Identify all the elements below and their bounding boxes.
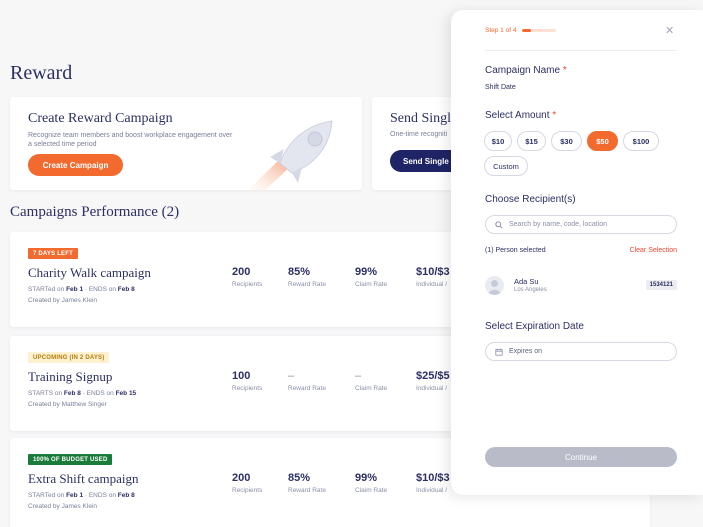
amount-option-selected[interactable]: $50 [587,131,618,151]
amount-option[interactable]: $10 [484,131,512,151]
avatar [485,276,504,295]
selected-person[interactable]: Ada Su Los Angeles 1534121 [485,275,677,297]
recipient-search-input[interactable]: Search by name, code, location [485,215,677,234]
step-progress-bar [522,29,557,32]
stat-recipients: 100 Recipients [232,370,263,392]
expiration-date-input[interactable]: Expires on [485,342,677,361]
campaign-creator: Created by James Klein [28,297,98,304]
stat-reward-rate: – Reward Rate [288,370,326,392]
amount-option[interactable]: $15 [517,131,546,151]
stat-claim-rate: 99% Claim Rate [355,266,388,288]
status-badge: 7 DAYS LEFT [28,248,78,259]
stat-recipients: 200 Recipients [232,472,263,494]
campaign-name-label: Campaign Name * [485,65,567,76]
stat-recipients: 200 Recipients [232,266,263,288]
person-name: Ada Su [514,277,539,286]
send-single-card: Send Single One-time recogniti Send Sing… [372,97,462,190]
create-campaign-button[interactable]: Create Campaign [28,154,123,176]
divider [485,50,677,51]
selection-summary: (1) Person selected Clear Selection [485,247,677,254]
stat-amount: $10/$3 Individual / [416,266,450,288]
close-icon[interactable]: ✕ [665,24,674,37]
search-icon [495,220,503,229]
campaign-name[interactable]: Charity Walk campaign [28,265,151,281]
expiration-label: Select Expiration Date [485,321,584,332]
stat-reward-rate: 85% Reward Rate [288,472,326,494]
person-code-badge: 1534121 [645,280,677,290]
stat-amount: $25/$5 Individual / [416,370,450,392]
campaign-dates: STARTed on Feb 1 · ENDS on Feb 8 [28,286,135,293]
card-title: Create Reward Campaign [28,111,173,126]
card-description: One-time recogniti [390,131,448,138]
stat-reward-rate: 85% Reward Rate [288,266,326,288]
step-indicator: Step 1 of 4 [485,27,557,34]
campaign-name[interactable]: Extra Shift campaign [28,471,138,487]
status-badge: 100% OF BUDGET USED [28,454,113,465]
card-title: Send Single [390,111,458,126]
campaign-dates: STARTed on Feb 1 · ENDS on Feb 8 [28,492,135,499]
rocket-illustration [248,120,333,190]
choose-recipients-label: Choose Recipient(s) [485,194,576,205]
amount-option-custom[interactable]: Custom [484,156,528,176]
campaign-dates: STARTS on Feb 8 · ENDS on Feb 15 [28,390,137,397]
select-amount-label: Select Amount * [485,110,557,121]
campaign-creator: Created by Matthew Singer [28,401,107,408]
amount-options: $10 $15 $30 $50 $100 Custom [484,131,680,176]
clear-selection-link[interactable]: Clear Selection [630,247,677,254]
section-title: Campaigns Performance (2) [10,204,180,220]
stat-amount: $10/$3 Individual / [416,472,450,494]
page-title: Reward [10,62,73,84]
campaign-name[interactable]: Training Signup [28,369,112,385]
selected-count: (1) Person selected [485,247,546,254]
create-reward-campaign-card: Create Reward Campaign Recognize team me… [10,97,362,190]
calendar-icon [495,348,503,356]
status-badge: UPCOMING (IN 2 DAYS) [28,352,110,363]
amount-option[interactable]: $100 [623,131,659,151]
card-description: Recognize team members and boost workpla… [28,132,233,148]
continue-button[interactable]: Continue [485,447,677,467]
campaign-name-value[interactable]: Shift Date [485,84,516,91]
stat-claim-rate: 99% Claim Rate [355,472,388,494]
person-location: Los Angeles [514,287,547,293]
amount-option[interactable]: $30 [551,131,582,151]
create-campaign-panel: Step 1 of 4 ✕ Campaign Name * Shift Date… [451,10,703,495]
stat-claim-rate: – Claim Rate [355,370,388,392]
campaign-creator: Created by James Klein [28,503,98,510]
